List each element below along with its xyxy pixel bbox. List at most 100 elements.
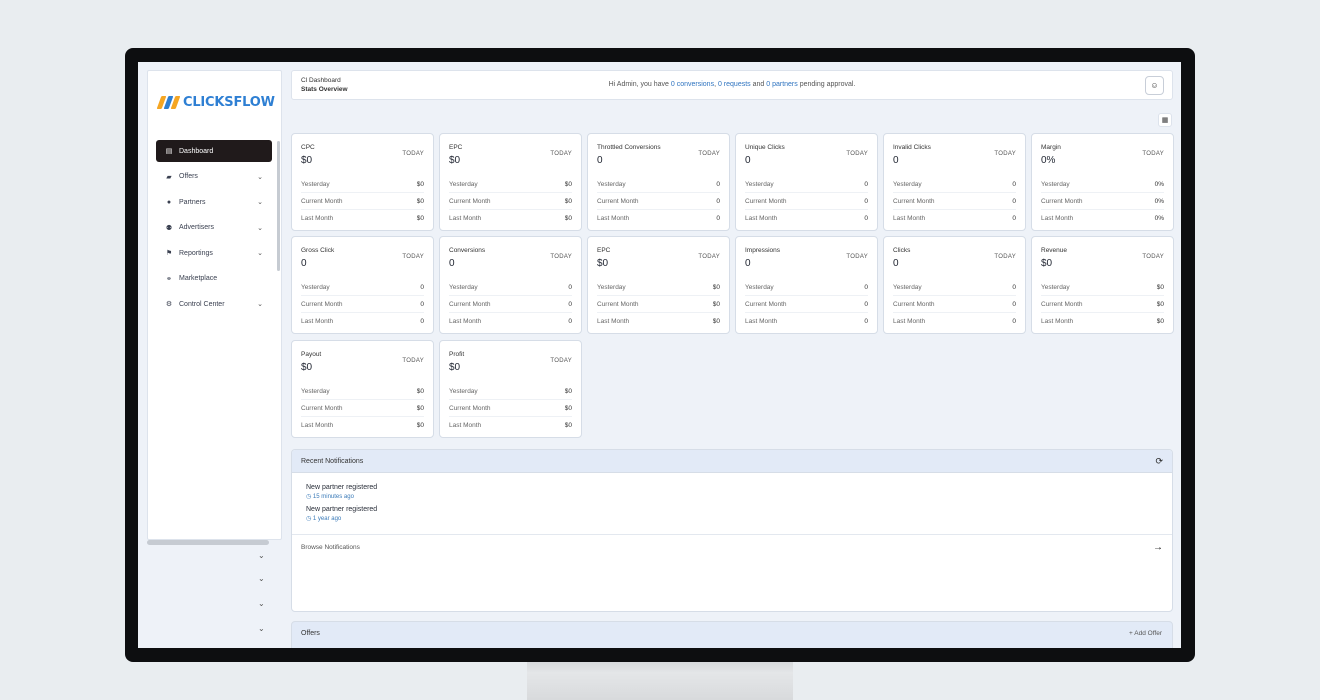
- sidebar-item-partners[interactable]: ● Partners ⌄: [156, 191, 272, 213]
- stat-breakdown: Yesterday $0 Current Month $0 Last Month $0: [301, 176, 424, 227]
- recent-notifications-panel: Recent Notifications ⟳ New partner regis…: [291, 449, 1173, 612]
- chevron-down-icon[interactable]: ⌄: [257, 198, 263, 206]
- stat-row-value: 0: [1012, 180, 1016, 188]
- stat-row: Yesterday 0: [893, 176, 1016, 193]
- chevron-down-icon[interactable]: ⌄: [257, 224, 263, 232]
- chart-icon: ⚑: [165, 250, 173, 257]
- stat-card-gross-click: Gross Click 0 TODAY Yesterday 0 Current Month…: [291, 236, 434, 334]
- stat-title: Margin: [1041, 144, 1061, 151]
- stat-row-value: $0: [712, 283, 720, 291]
- sidebar-item-control-center[interactable]: ⚙ Control Center ⌄: [156, 293, 272, 315]
- stat-row-label: Current Month: [597, 197, 639, 205]
- stat-period: TODAY: [402, 254, 424, 260]
- chevron-down-icon[interactable]: ⌄: [258, 551, 265, 560]
- logo-mark-icon: [156, 95, 181, 109]
- stat-period: TODAY: [994, 151, 1016, 157]
- notification-title: New partner registered: [306, 484, 378, 491]
- stat-period: TODAY: [698, 151, 720, 157]
- pending-requests-link[interactable]: 0 requests: [718, 81, 751, 88]
- link-icon: ⚭: [166, 275, 172, 283]
- stat-row: Last Month $0: [1041, 313, 1164, 330]
- stat-period: TODAY: [402, 151, 424, 157]
- stat-row: Current Month $0: [301, 193, 424, 210]
- stat-row: Current Month $0: [597, 296, 720, 313]
- stat-row-label: Last Month: [301, 215, 334, 222]
- stat-row-label: Current Month: [1041, 300, 1083, 308]
- grid-icon: ▦: [1161, 117, 1169, 124]
- sidebar-scrollbar[interactable]: [277, 141, 280, 271]
- sidebar-horizontal-scrollbar[interactable]: [147, 540, 269, 545]
- stat-row-label: Current Month: [745, 197, 787, 205]
- stat-row-label: Last Month: [893, 318, 926, 325]
- notifications-list: New partner registered ◷ 15 minutes ago Ne…: [292, 473, 1172, 524]
- stat-row-label: Current Month: [301, 404, 343, 412]
- add-offer-button[interactable]: + Add Offer: [1129, 630, 1162, 637]
- stat-row-value: 0: [864, 318, 868, 325]
- chevron-down-icon[interactable]: ⌄: [258, 624, 265, 633]
- stat-row-value: 0: [1012, 215, 1016, 222]
- stat-row-value: 0: [864, 283, 868, 291]
- stat-breakdown: Yesterday 0 Current Month 0 Last Month 0: [745, 279, 868, 330]
- stat-row-value: $0: [1156, 318, 1164, 325]
- notification-time-text: 15 minutes ago: [312, 494, 354, 500]
- sidebar-item-reportings[interactable]: ⚑ Reportings ⌄: [156, 242, 272, 264]
- stat-card-profit: Profit $0 TODAY Yesterday $0 Current Month $0 L…: [439, 340, 582, 438]
- stat-card-epc: EPC $0 TODAY Yesterday $0 Current Month $0 Last…: [587, 236, 730, 334]
- stat-period: TODAY: [550, 254, 572, 260]
- stat-period: TODAY: [1142, 151, 1164, 157]
- stat-row: Last Month 0: [301, 313, 424, 330]
- stat-row: Yesterday $0: [301, 383, 424, 400]
- stat-period: TODAY: [846, 254, 868, 260]
- stat-value: 0: [745, 258, 751, 269]
- stat-row: Yesterday 0: [301, 279, 424, 296]
- stat-row-value: $0: [564, 215, 572, 222]
- stat-row-value: 0: [1012, 300, 1016, 308]
- stat-breakdown: Yesterday $0 Current Month $0 Last Month $0: [301, 383, 424, 434]
- pending-conversions-link[interactable]: 0 conversions: [671, 81, 714, 88]
- browse-notifications-link[interactable]: Browse Notifications →: [292, 534, 1172, 560]
- stat-row-label: Current Month: [893, 300, 935, 308]
- stat-title: Throttled Conversions: [597, 144, 661, 151]
- stat-row-value: $0: [564, 422, 572, 429]
- stat-value: $0: [1041, 258, 1053, 269]
- stat-row-label: Last Month: [449, 422, 482, 429]
- sidebar-item-dashboard[interactable]: ▤ Dashboard: [156, 140, 272, 162]
- greeting-message: Hi Admin, you have 0 conversions, 0 requ…: [292, 81, 1172, 88]
- stat-breakdown: Yesterday $0 Current Month $0 Last Month $0: [597, 279, 720, 330]
- sidebar-item-advertisers[interactable]: ⚉ Advertisers ⌄: [156, 217, 272, 239]
- sidebar-item-offers[interactable]: ▰ Offers ⌄: [156, 166, 272, 188]
- notification-item[interactable]: New partner registered ◷ 1 year ago: [306, 505, 1172, 524]
- layout-grid-button[interactable]: ▦: [1158, 113, 1172, 127]
- stat-row-value: 0: [420, 283, 424, 291]
- stat-value: 0: [893, 258, 899, 269]
- stat-title: Impressions: [745, 247, 781, 254]
- stat-row: Yesterday 0: [597, 176, 720, 193]
- profile-button[interactable]: ☺: [1145, 76, 1164, 95]
- notification-item[interactable]: New partner registered ◷ 15 minutes ago: [306, 483, 1172, 502]
- stat-card-impressions: Impressions 0 TODAY Yesterday 0 Current Month…: [735, 236, 878, 334]
- brand-logo[interactable]: CLICKSFLOW: [156, 91, 275, 113]
- chevron-down-icon[interactable]: ⌄: [257, 249, 263, 257]
- chevron-down-icon[interactable]: ⌄: [257, 300, 263, 308]
- stat-row-label: Current Month: [301, 300, 343, 308]
- stat-row: Current Month 0: [893, 296, 1016, 313]
- sidebar-item-label: Control Center: [179, 300, 225, 308]
- stat-row-value: 0: [1012, 283, 1016, 291]
- chevron-down-icon[interactable]: ⌄: [258, 599, 265, 608]
- user-icon: ●: [166, 198, 172, 206]
- greeting-suffix: pending approval.: [797, 81, 856, 88]
- stat-card-throttled-conversions: Throttled Conversions 0 TODAY Yesterday 0 Cur…: [587, 133, 730, 231]
- sidebar-item-marketplace[interactable]: ⚭ Marketplace: [156, 268, 272, 290]
- sidebar-item-label: Advertisers: [179, 224, 215, 231]
- stat-row-label: Yesterday: [1041, 180, 1070, 188]
- stat-card-epc: EPC $0 TODAY Yesterday $0 Current Month $0 Last…: [439, 133, 582, 231]
- stat-row-label: Current Month: [301, 197, 343, 205]
- clock-icon: ◷: [306, 516, 313, 522]
- stat-value: $0: [301, 362, 313, 373]
- stat-row-label: Current Month: [449, 404, 491, 412]
- chevron-down-icon[interactable]: ⌄: [258, 574, 265, 583]
- pending-partners-link[interactable]: 0 partners: [766, 81, 798, 88]
- refresh-icon[interactable]: ⟳: [1155, 456, 1163, 467]
- stat-breakdown: Yesterday 0 Current Month 0 Last Month 0: [449, 279, 572, 330]
- chevron-down-icon[interactable]: ⌄: [257, 173, 263, 181]
